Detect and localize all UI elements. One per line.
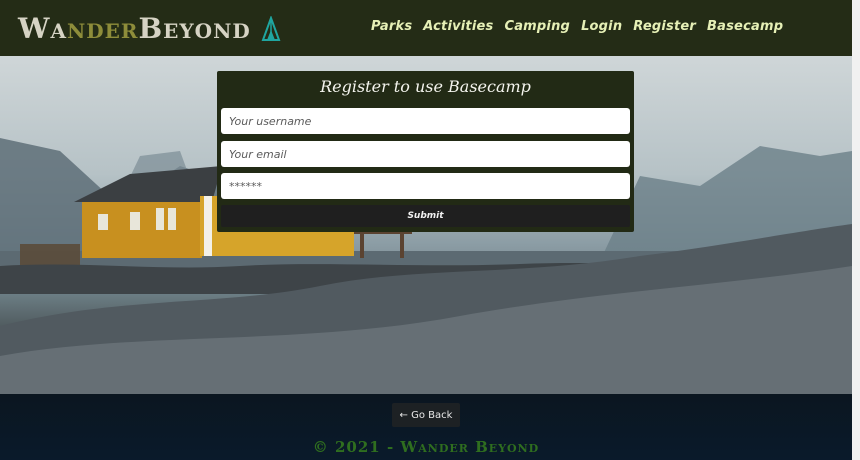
nav-link-basecamp[interactable]: Basecamp	[707, 19, 783, 34]
nav-link-parks[interactable]: Parks	[371, 19, 412, 34]
nav-link-register[interactable]: Register	[633, 19, 696, 34]
brand-text-end: Beyond	[138, 12, 251, 45]
submit-button[interactable]: Submit	[221, 205, 630, 227]
tent-icon	[261, 15, 281, 41]
register-form-panel: Register to use Basecamp Submit	[217, 71, 634, 232]
footer: ← Go Back © 2021 - Wander Beyond	[0, 394, 852, 460]
top-navbar: Wa nder Beyond Parks Activities Camping L…	[0, 0, 852, 56]
nav-link-activities[interactable]: Activities	[423, 19, 493, 34]
form-title: Register to use Basecamp	[320, 77, 531, 96]
password-input[interactable]	[221, 173, 630, 199]
go-back-button[interactable]: ← Go Back	[392, 403, 460, 427]
brand-text-start: Wa	[18, 12, 67, 45]
brand-logo[interactable]: Wa nder Beyond	[18, 12, 281, 45]
brand-text-accent: nder	[66, 12, 139, 45]
footer-copyright: © 2021 - Wander Beyond	[312, 438, 540, 456]
nav-link-login[interactable]: Login	[581, 19, 622, 34]
email-input[interactable]	[221, 141, 630, 167]
scrollbar-track[interactable]	[852, 0, 860, 460]
nav-link-camping[interactable]: Camping	[504, 19, 570, 34]
main-nav: Parks Activities Camping Login Register …	[371, 19, 783, 34]
username-input[interactable]	[221, 108, 630, 134]
